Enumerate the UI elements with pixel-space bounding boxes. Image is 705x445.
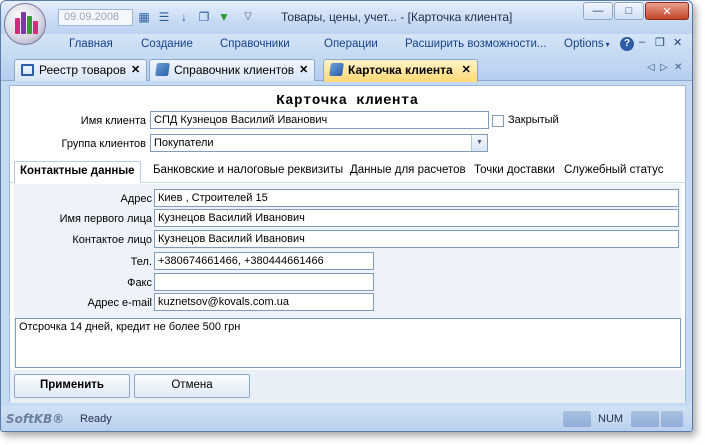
tab-contact-data[interactable]: Контактные данные — [14, 161, 141, 183]
document-tabs: Реестр товаров ✕ Справочник клиентов ✕ К… — [1, 57, 692, 82]
tab-label: Карточка клиента — [348, 63, 453, 77]
contact-person-field[interactable]: Кузнецов Василий Иванович — [154, 230, 679, 248]
client-name-label: Имя клиента — [80, 115, 146, 127]
menu-operations[interactable]: Операции — [324, 38, 378, 50]
tab-product-registry[interactable]: Реестр товаров ✕ — [14, 59, 148, 81]
tab-label: Реестр товаров — [39, 63, 126, 77]
tab-scroll-right-icon[interactable]: ▷ — [660, 62, 668, 73]
phone-label: Тел. — [130, 256, 152, 268]
num-lock-indicator: NUM — [598, 413, 624, 425]
date-field[interactable]: 09.09.2008 — [58, 9, 133, 26]
fax-label: Факс — [127, 277, 152, 289]
book-icon — [155, 63, 170, 76]
chevron-down-icon[interactable]: ▼ — [471, 135, 487, 151]
fax-field[interactable] — [154, 273, 374, 291]
closed-label: Закрытый — [508, 114, 559, 126]
apply-button[interactable]: Применить — [14, 374, 130, 398]
status-indicator — [661, 411, 683, 427]
tab-bank-tax[interactable]: Банковские и налоговые реквизиты — [153, 164, 343, 176]
quick-access-toolbar: ▦ ☰ ↓ ❐ ▼ ▽ — [135, 7, 257, 27]
book-icon — [329, 63, 344, 76]
menu-options-label: Options — [564, 38, 604, 50]
status-text: Ready — [80, 413, 112, 425]
mdi-minimize-icon[interactable]: – — [639, 36, 645, 48]
tab-delivery-points[interactable]: Точки доставки — [474, 164, 555, 176]
client-group-value: Покупатели — [154, 137, 214, 149]
address-field[interactable]: Киев , Строителей 15 — [154, 189, 679, 207]
maximize-icon[interactable]: □ — [614, 2, 644, 20]
calendar-icon[interactable]: ▦ — [135, 7, 153, 26]
minimize-icon[interactable]: — — [583, 2, 613, 20]
tab-scroll-left-icon[interactable]: ◁ — [647, 62, 655, 73]
first-person-field[interactable]: Кузнецов Василий Иванович — [154, 209, 679, 227]
app-logo-icon[interactable] — [4, 3, 46, 45]
tab-close-all-icon[interactable]: ✕ — [674, 62, 682, 73]
brand-logo: SoftKB® — [6, 412, 65, 426]
ribbon-menu: Главная Создание Справочники Операции Ра… — [1, 34, 692, 56]
mdi-close-icon[interactable]: ✕ — [673, 36, 682, 49]
tab-close-icon[interactable]: ✕ — [131, 63, 140, 76]
options-arrow-icon: ▾ — [605, 40, 610, 49]
help-icon[interactable]: ? — [620, 37, 634, 51]
window-controls: — □ ✕ — [583, 2, 689, 20]
mdi-restore-icon[interactable]: ❐ — [655, 36, 665, 49]
app-window: 09.09.2008 ▦ ☰ ↓ ❐ ▼ ▽ Товары, цены, уче… — [0, 0, 693, 432]
status-indicator — [563, 411, 591, 427]
status-indicator — [631, 411, 659, 427]
contact-person-label: Контактое лицо — [72, 234, 152, 246]
sort-down-icon[interactable]: ↓ — [175, 7, 193, 26]
title-bar: 09.09.2008 ▦ ☰ ↓ ❐ ▼ ▽ Товары, цены, уче… — [1, 1, 692, 34]
menu-directories[interactable]: Справочники — [220, 38, 290, 50]
window-title: Товары, цены, учет... - [Карточка клиент… — [281, 10, 513, 24]
address-label: Адрес — [120, 193, 153, 205]
contact-tab-page: Адрес Киев , Строителей 15 Имя первого л… — [14, 184, 681, 368]
close-icon[interactable]: ✕ — [645, 2, 689, 20]
tab-close-icon[interactable]: ✕ — [299, 63, 308, 76]
email-field[interactable]: kuznetsov@kovals.com.ua — [154, 293, 374, 311]
first-person-label: Имя первого лица — [59, 213, 152, 225]
status-bar: SoftKB® Ready NUM — [1, 406, 692, 431]
client-group-select[interactable]: Покупатели ▼ — [150, 134, 488, 152]
tab-label: Справочник клиентов — [174, 63, 295, 77]
client-card-form: Карточка клиента Имя клиента СПД Кузнецо… — [9, 85, 686, 403]
customize-qat-icon[interactable]: ▽ — [239, 7, 257, 26]
page-title: Карточка клиента — [276, 93, 419, 109]
list-icon[interactable]: ☰ — [155, 7, 173, 26]
contact-tabs: Контактные данные Банковские и налоговые… — [10, 159, 685, 183]
menu-options[interactable]: Options ▾ — [564, 38, 610, 50]
book-icon — [21, 64, 34, 76]
tab-settlement-data[interactable]: Данные для расчетов — [350, 164, 466, 176]
menu-home[interactable]: Главная — [69, 38, 113, 50]
tab-client-directory[interactable]: Справочник клиентов ✕ — [149, 59, 316, 81]
client-name-field[interactable]: СПД Кузнецов Василий Иванович — [150, 111, 489, 129]
cancel-button[interactable]: Отмена — [134, 374, 250, 398]
client-group-label: Группа клиентов — [61, 138, 147, 150]
form-buttons: Применить Отмена — [10, 370, 685, 403]
copy-icon[interactable]: ❐ — [195, 7, 213, 26]
notes-textarea[interactable]: Отсрочка 14 дней, кредит не более 500 гр… — [15, 318, 681, 368]
closed-checkbox[interactable] — [492, 115, 504, 127]
menu-create[interactable]: Создание — [141, 38, 193, 50]
tab-service-status[interactable]: Служебный статус — [564, 164, 663, 176]
email-label: Адрес e-mail — [87, 297, 153, 309]
filter-icon[interactable]: ▼ — [215, 7, 233, 26]
tab-client-card[interactable]: Карточка клиента ✕ — [323, 59, 478, 82]
menu-extend[interactable]: Расширить возможности... — [405, 38, 547, 50]
phone-field[interactable]: +380674661466, +380444661466 — [154, 252, 374, 270]
tab-close-icon[interactable]: ✕ — [462, 63, 471, 76]
